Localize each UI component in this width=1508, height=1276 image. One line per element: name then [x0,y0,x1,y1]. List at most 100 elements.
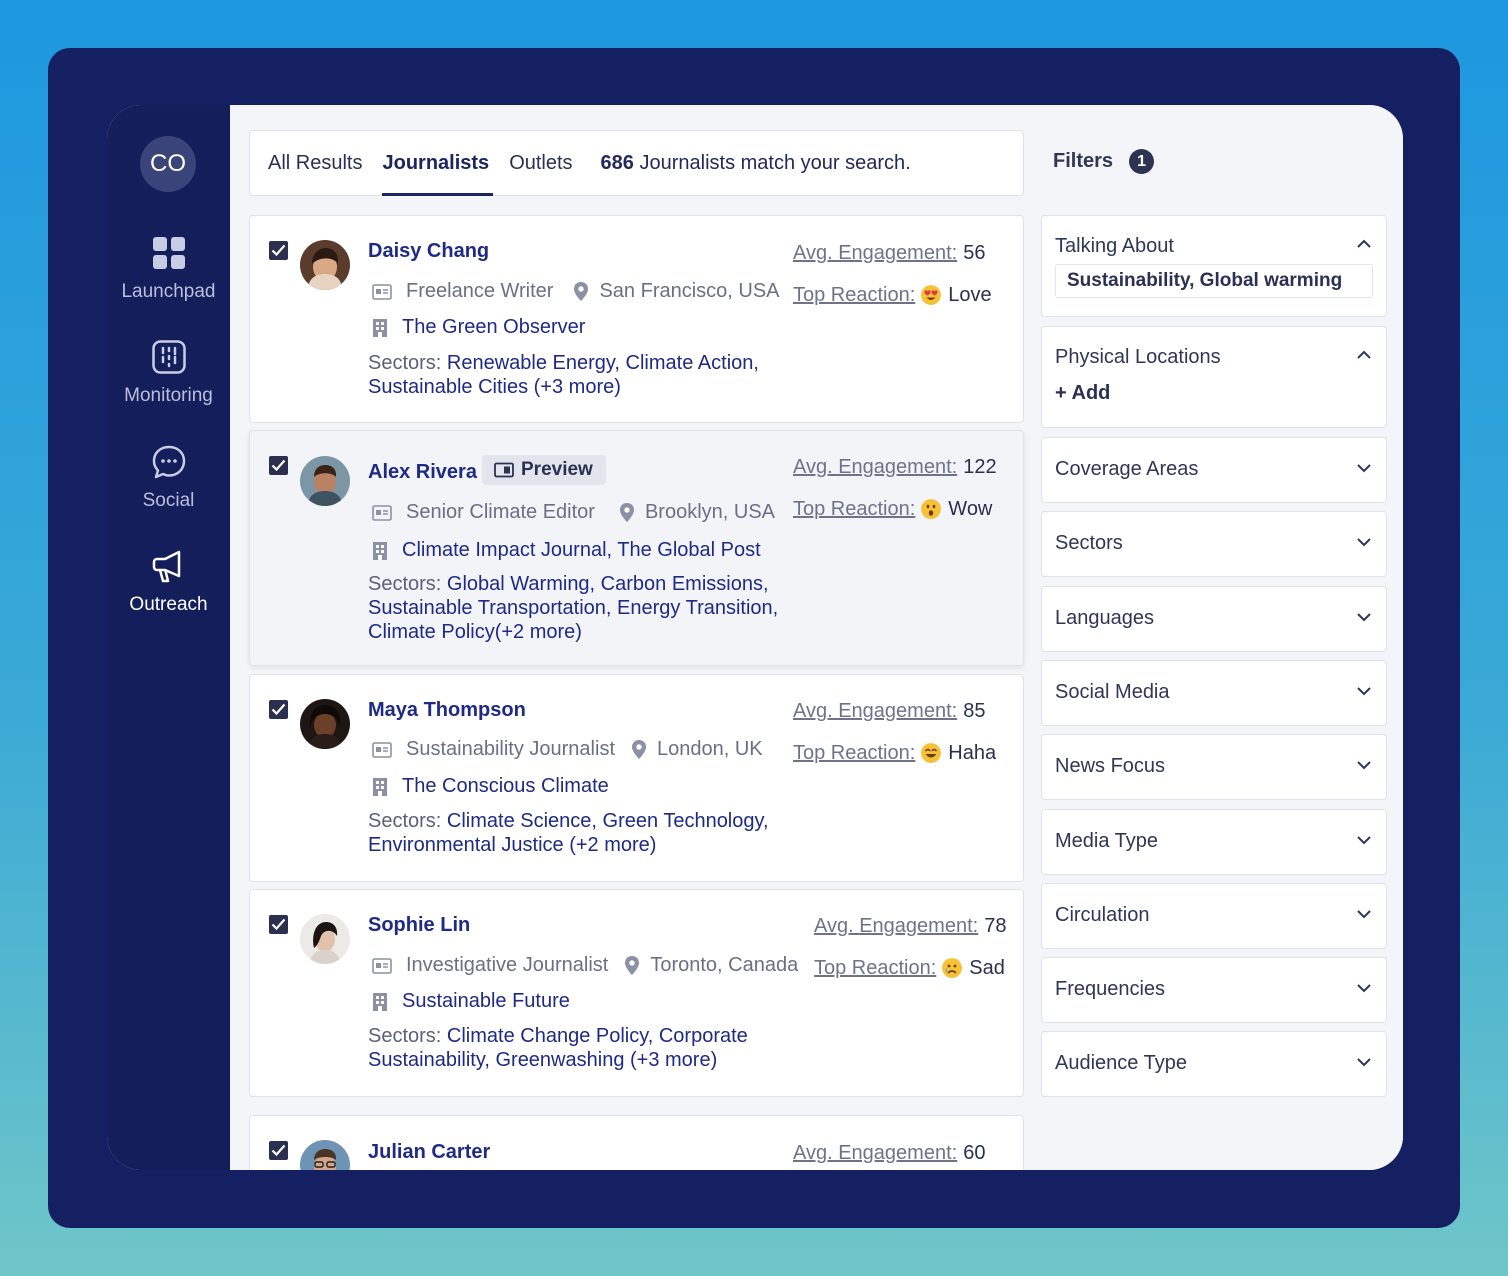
chevron-down-icon[interactable] [1356,983,1372,993]
journalist-name[interactable]: Daisy Chang [368,240,489,263]
chevron-up-icon[interactable] [1356,350,1372,360]
select-checkbox[interactable] [269,700,288,719]
sidebar-item-social[interactable]: Social [107,444,230,512]
tab-journalists[interactable]: Journalists [382,131,493,196]
tab-all-results[interactable]: All Results [268,131,362,195]
filters-header: Filters 1 [1053,149,1155,174]
filter-label: Media Type [1055,830,1159,852]
select-checkbox[interactable] [269,456,288,475]
filter-news-focus[interactable]: News Focus [1041,734,1387,800]
chevron-down-icon[interactable] [1356,909,1372,919]
engagement-label[interactable]: Avg. Engagement: [793,456,957,479]
sidebar-item-monitoring[interactable]: Monitoring [107,339,230,407]
filter-physical-locations[interactable]: Physical Locations + Add [1041,326,1387,428]
reaction-label[interactable]: Top Reaction: [814,957,936,980]
building-icon [373,992,387,1011]
sectors-label: Sectors: [368,352,442,374]
preview-button[interactable]: Preview [482,455,606,485]
sidebar-item-label: Social [142,490,195,511]
filter-audience-type[interactable]: Audience Type [1041,1031,1387,1097]
avatar [300,699,350,749]
check-icon [271,703,286,716]
journalist-name[interactable]: Maya Thompson [368,699,526,722]
engagement-value: 85 [963,699,986,722]
journalist-outlet[interactable]: The Green Observer [402,316,585,339]
journalist-outlet-row: Sustainable Future [372,990,570,1013]
grid-icon [152,237,185,269]
journalist-outlet[interactable]: Climate Impact Journal, The Global Post [402,539,761,562]
engagement-value: 122 [963,455,997,478]
preview-panel-icon [494,462,514,478]
journalist-outlet-row: The Green Observer [372,316,585,339]
filter-label: Talking About [1055,235,1174,257]
filter-label: Social Media [1055,681,1170,703]
engagement-label[interactable]: Avg. Engagement: [793,242,957,265]
select-checkbox[interactable] [269,1141,288,1160]
select-checkbox[interactable] [269,241,288,260]
journalist-name[interactable]: Alex Rivera [368,461,477,484]
filter-label: Sectors [1055,532,1123,554]
tab-outlets[interactable]: Outlets [509,131,572,195]
chevron-down-icon[interactable] [1356,686,1372,696]
journalist-location: Toronto, Canada [650,954,799,976]
avatar [300,240,350,290]
journalist-outlet[interactable]: Sustainable Future [402,990,570,1013]
journalist-outlet[interactable]: The Conscious Climate [402,775,609,798]
chevron-down-icon[interactable] [1356,463,1372,473]
filter-circulation[interactable]: Circulation [1041,883,1387,949]
journalist-location: London, UK [657,738,763,760]
filters-title: Filters [1053,150,1114,172]
heart-eyes-emoji-icon [921,285,942,305]
engagement-label[interactable]: Avg. Engagement: [793,700,957,723]
select-checkbox[interactable] [269,915,288,934]
filter-coverage-areas[interactable]: Coverage Areas [1041,437,1387,503]
filter-media-type[interactable]: Media Type [1041,809,1387,875]
sidebar-item-label: Outreach [129,594,208,615]
chevron-up-icon[interactable] [1356,239,1372,249]
reaction-label[interactable]: Top Reaction: [793,742,915,765]
match-count-number: 686 [600,151,634,174]
add-location-link[interactable]: + Add [1055,382,1110,405]
journalist-card[interactable]: Sophie Lin Investigative Journalist Toro… [249,889,1024,1097]
sidebar: CO Launchpad Monitoring Social Outreach [107,105,230,1170]
chevron-down-icon[interactable] [1356,537,1372,547]
journalist-card[interactable]: Alex Rivera Preview Senior Climate Edito… [249,430,1024,666]
sectors-rest: Environmental Justice (+2 more) [368,834,657,856]
sectors-rest: Sustainable Cities (+3 more) [368,376,621,398]
sectors-line-1: Renewable Energy, Climate Action, [446,352,759,374]
reaction-label[interactable]: Top Reaction: [793,498,915,521]
user-avatar[interactable]: CO [140,136,196,192]
reaction-label[interactable]: Top Reaction: [793,284,915,307]
journalist-role-row: Senior Climate Editor Brooklyn, USA [372,501,775,524]
talking-about-input[interactable]: Sustainability, Global warming [1055,264,1373,298]
match-count-label: Journalists match your search. [639,151,911,174]
chevron-down-icon[interactable] [1356,612,1372,622]
filter-talking-about[interactable]: Talking About Sustainability, Global war… [1041,215,1387,317]
filter-social-media[interactable]: Social Media [1041,660,1387,726]
journalist-card[interactable]: Julian Carter Avg. Engagement: 60 [249,1115,1024,1170]
journalist-card[interactable]: Daisy Chang Freelance Writer San Francis… [249,215,1024,423]
id-card-icon [372,283,392,300]
chevron-down-icon[interactable] [1356,1057,1372,1067]
location-pin-icon [632,740,646,759]
journalist-metrics: Avg. Engagement: 85 Top Reaction: Haha [793,690,996,774]
haha-emoji-icon [921,743,942,763]
journalist-name[interactable]: Julian Carter [368,1141,490,1164]
filter-languages[interactable]: Languages [1041,586,1387,652]
app-window: CO Launchpad Monitoring Social Outreach … [107,105,1403,1170]
sidebar-item-label: Launchpad [121,281,216,302]
reaction-value: Haha [948,741,997,764]
chevron-down-icon[interactable] [1356,760,1372,770]
filter-sectors[interactable]: Sectors [1041,511,1387,577]
filter-frequencies[interactable]: Frequencies [1041,957,1387,1023]
journalist-name[interactable]: Sophie Lin [368,914,470,937]
sidebar-item-outreach[interactable]: Outreach [107,548,230,616]
check-icon [271,244,286,257]
journalist-outlet-row: The Conscious Climate [372,775,609,798]
chevron-down-icon[interactable] [1356,835,1372,845]
journalist-location: Brooklyn, USA [644,501,776,523]
journalist-card[interactable]: Maya Thompson Sustainability Journalist … [249,674,1024,882]
engagement-label[interactable]: Avg. Engagement: [793,1142,957,1165]
engagement-label[interactable]: Avg. Engagement: [814,915,978,938]
sidebar-item-launchpad[interactable]: Launchpad [107,235,230,303]
